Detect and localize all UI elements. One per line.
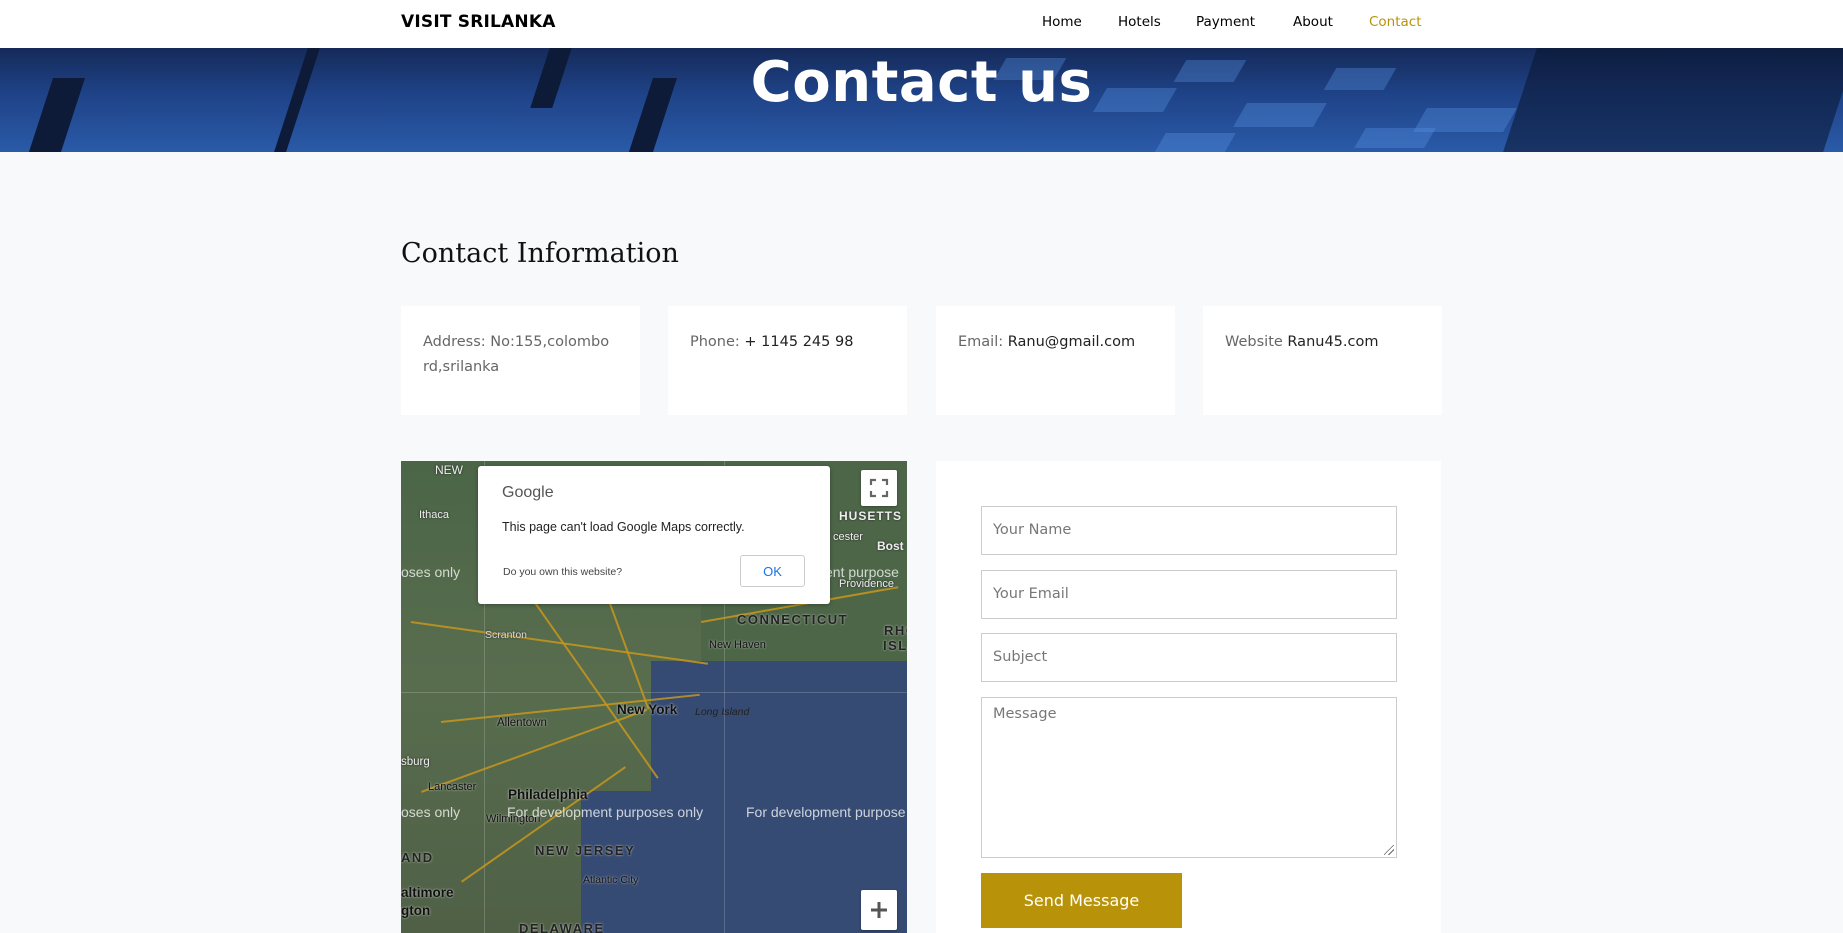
fullscreen-button[interactable] — [861, 470, 897, 506]
map-label: Bost — [877, 539, 904, 553]
map-label: altimore — [401, 885, 454, 900]
map-label: DELAWARE — [519, 921, 605, 933]
map-watermark: For development purposes only — [507, 804, 704, 820]
website-value[interactable]: Ranu45.com — [1287, 334, 1378, 350]
send-message-button[interactable]: Send Message — [981, 873, 1182, 928]
email-card: Email: Ranu@gmail.com — [936, 306, 1175, 415]
email-value[interactable]: Ranu@gmail.com — [1008, 334, 1135, 350]
nav-contact[interactable]: Contact — [1369, 14, 1422, 30]
resize-handle-icon[interactable] — [1384, 845, 1394, 855]
map-watermark: oses only — [401, 564, 461, 580]
hero-pattern — [1154, 133, 1236, 152]
hero-banner: Contact us — [0, 48, 1843, 152]
page-title: Contact us — [750, 50, 1093, 115]
plus-icon — [871, 902, 887, 918]
map-label: gton — [401, 903, 431, 918]
map-label: cester — [833, 531, 863, 543]
phone-card: Phone: + 1145 245 98 — [668, 306, 907, 415]
address-card: Address: No:155,colombo rd,srilanka — [401, 306, 640, 415]
map-label: Scranton — [485, 629, 528, 641]
map-label: New Haven — [709, 639, 766, 651]
website-card: Website Ranu45.com — [1203, 306, 1442, 415]
navbar: VISIT SRILANKA Home Hotels Payment About… — [0, 0, 1843, 48]
phone-label: Phone: — [690, 334, 745, 350]
message-textarea[interactable]: Message — [981, 697, 1397, 858]
map-label: Long Island — [695, 706, 750, 718]
google-logo: Google — [502, 484, 554, 501]
ok-button[interactable]: OK — [740, 555, 805, 587]
message-placeholder: Message — [993, 706, 1057, 722]
map-label: Lancaster — [428, 781, 477, 793]
contact-info-heading: Contact Information — [401, 238, 679, 269]
email-input[interactable]: Your Email — [981, 570, 1397, 619]
map-label: Allentown — [497, 717, 547, 729]
maps-error-dialog: Google This page can't load Google Maps … — [478, 466, 830, 604]
map-label: Atlantic City — [583, 874, 639, 886]
fullscreen-icon — [869, 478, 889, 498]
maps-error-message: This page can't load Google Maps correct… — [502, 520, 745, 534]
map-grid-line — [401, 692, 907, 693]
zoom-in-button[interactable] — [861, 890, 897, 930]
nav-payment[interactable]: Payment — [1196, 14, 1255, 30]
nav-home[interactable]: Home — [1042, 14, 1082, 30]
map-label: New York — [617, 702, 678, 717]
map-watermark: For development purpose — [746, 804, 906, 820]
nav-hotels[interactable]: Hotels — [1118, 14, 1161, 30]
map-label: NEW JERSEY — [535, 843, 636, 858]
map-label: NEW — [435, 463, 463, 477]
own-website-text: Do you own this website? — [503, 566, 623, 578]
phone-value[interactable]: + 1145 245 98 — [744, 334, 853, 350]
map-label: Philadelphia — [508, 787, 588, 802]
nav-about[interactable]: About — [1293, 14, 1333, 30]
subject-input[interactable]: Subject — [981, 633, 1397, 682]
email-label: Email: — [958, 334, 1008, 350]
map-label: RHODE — [884, 623, 907, 638]
brand-logo[interactable]: VISIT SRILANKA — [401, 12, 556, 32]
name-input[interactable]: Your Name — [981, 506, 1397, 555]
map-watermark: oses only — [401, 804, 461, 820]
map-label: Ithaca — [419, 509, 449, 521]
map-label: sburg — [401, 756, 430, 768]
address-label: Address: No:155,colombo rd,srilanka — [423, 334, 610, 375]
map-label: HUSETTS — [839, 509, 903, 523]
website-label: Website — [1225, 334, 1288, 350]
map-label: CONNECTICUT — [737, 612, 849, 627]
map-watermark: ent purpose — [825, 564, 899, 580]
map-label: AND — [401, 850, 434, 865]
map-label: ISLAND — [883, 638, 907, 653]
hero-pattern — [1354, 128, 1436, 148]
